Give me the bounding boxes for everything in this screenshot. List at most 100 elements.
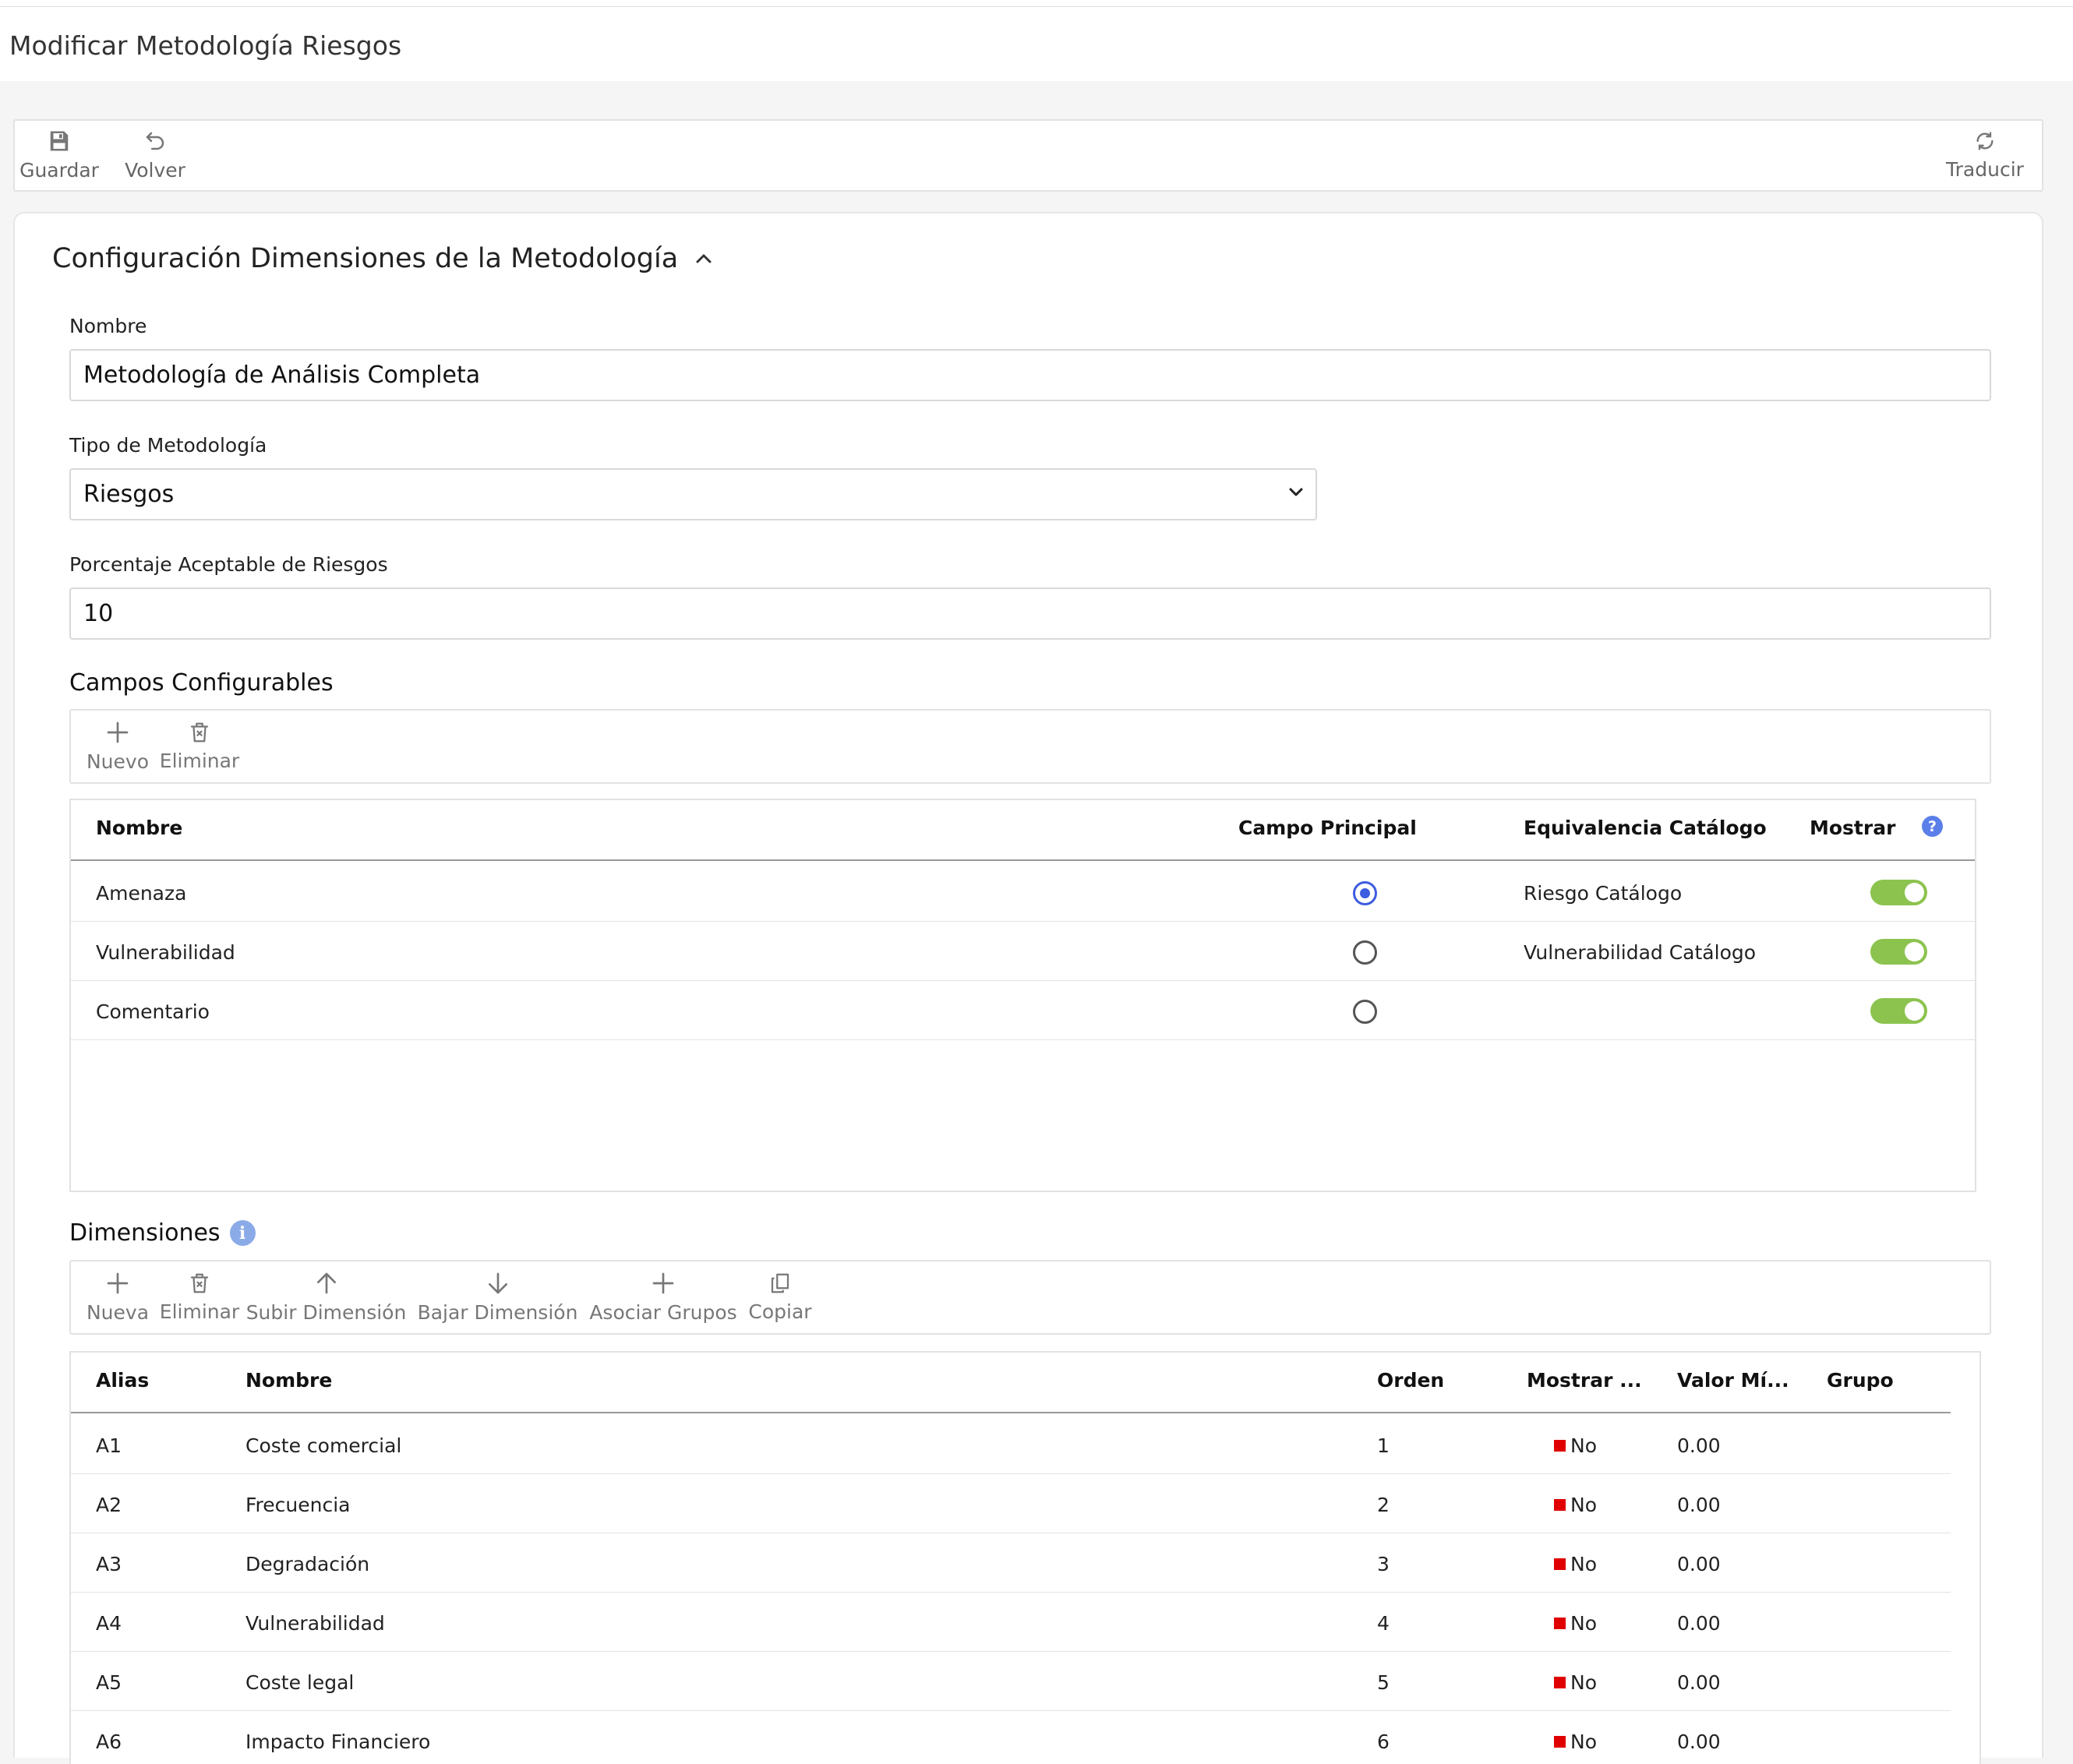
dimension-orden: 4 bbox=[1377, 1612, 1390, 1635]
delete-campo-button[interactable]: Eliminar bbox=[159, 711, 240, 782]
move-up-button[interactable]: Subir Dimensión bbox=[246, 1261, 406, 1333]
dimension-mostrar: No bbox=[1554, 1434, 1597, 1457]
trash-icon bbox=[190, 1273, 209, 1293]
status-no-marker bbox=[1554, 1735, 1566, 1748]
campos-toolbar: Nuevo Eliminar bbox=[69, 709, 1991, 784]
type-value: Riesgos bbox=[83, 481, 175, 508]
col-header-alias[interactable]: Alias bbox=[96, 1369, 149, 1392]
dimension-mostrar: No bbox=[1554, 1553, 1597, 1575]
campos-grid: Nombre Campo Principal Equivalencia Catá… bbox=[69, 799, 1976, 1192]
dimension-mostrar-value: No bbox=[1570, 1671, 1597, 1694]
name-field[interactable]: Metodología de Análisis Completa bbox=[69, 349, 1991, 401]
save-label: Guardar bbox=[19, 159, 99, 182]
campos-title-text: Campos Configurables bbox=[69, 669, 334, 697]
new-dimension-button[interactable]: Nueva bbox=[87, 1261, 149, 1333]
campo-mostrar-toggle[interactable] bbox=[1870, 939, 1927, 965]
dimension-nombre: Coste comercial bbox=[245, 1434, 402, 1457]
dimension-nombre: Degradación bbox=[245, 1553, 370, 1575]
associate-groups-button[interactable]: Asociar Grupos bbox=[589, 1261, 737, 1333]
dimension-valor: 0.00 bbox=[1677, 1730, 1721, 1753]
dimension-mostrar-value: No bbox=[1570, 1553, 1597, 1575]
dimension-valor: 0.00 bbox=[1677, 1671, 1721, 1694]
dimension-mostrar-value: No bbox=[1570, 1730, 1597, 1753]
campos-title: Campos Configurables bbox=[69, 669, 334, 697]
type-select[interactable]: Riesgos bbox=[69, 468, 1317, 520]
translate-button[interactable]: Traducir bbox=[1946, 121, 2024, 190]
back-label: Volver bbox=[125, 159, 185, 182]
dimension-mostrar-value: No bbox=[1570, 1434, 1597, 1457]
dimensiones-toolbar: Nueva Eliminar Subir Dimensión Bajar Dim… bbox=[69, 1260, 1991, 1335]
dimension-valor: 0.00 bbox=[1677, 1434, 1721, 1457]
top-border bbox=[0, 0, 2073, 7]
campo-principal-radio[interactable] bbox=[1353, 881, 1377, 905]
campo-mostrar-toggle[interactable] bbox=[1870, 880, 1927, 905]
new-campo-label: Nuevo bbox=[86, 750, 150, 773]
info-icon[interactable]: i bbox=[229, 1220, 256, 1246]
campo-nombre: Amenaza bbox=[96, 882, 187, 905]
dimensiones-title-text: Dimensiones bbox=[69, 1219, 221, 1247]
row-divider bbox=[71, 921, 1975, 922]
main-toolbar: Guardar Volver Traducir bbox=[13, 119, 2043, 192]
refresh-icon bbox=[1976, 132, 1994, 150]
plus-icon bbox=[652, 1272, 674, 1294]
col-header-mostrar[interactable]: Mostrar ... bbox=[1527, 1369, 1642, 1392]
move-down-button[interactable]: Bajar Dimensión bbox=[414, 1261, 581, 1333]
campo-mostrar-toggle[interactable] bbox=[1870, 998, 1927, 1024]
associate-groups-label: Asociar Grupos bbox=[589, 1301, 737, 1324]
dimension-orden: 1 bbox=[1377, 1434, 1390, 1457]
col-header-nombre[interactable]: Nombre bbox=[245, 1369, 332, 1392]
col-header-equivalencia[interactable]: Equivalencia Catálogo bbox=[1524, 817, 1767, 839]
col-header-campo-principal[interactable]: Campo Principal bbox=[1238, 817, 1417, 839]
help-icon[interactable]: ? bbox=[1922, 816, 1943, 837]
row-divider bbox=[71, 980, 1975, 981]
percent-value: 10 bbox=[83, 600, 114, 627]
dimension-mostrar: No bbox=[1554, 1494, 1597, 1516]
back-button[interactable]: Volver bbox=[124, 121, 186, 190]
copy-icon bbox=[771, 1273, 789, 1293]
dimension-orden: 2 bbox=[1377, 1494, 1390, 1516]
dimension-nombre: Impacto Financiero bbox=[245, 1730, 431, 1753]
dimension-valor: 0.00 bbox=[1677, 1494, 1721, 1516]
section-header[interactable]: Configuración Dimensiones de la Metodolo… bbox=[52, 243, 712, 274]
col-header-valor[interactable]: Valor Mí... bbox=[1677, 1369, 1789, 1392]
col-header-mostrar[interactable]: Mostrar bbox=[1810, 817, 1895, 839]
dimensiones-grid: Alias Nombre Orden Mostrar ... Valor Mí.… bbox=[69, 1351, 1981, 1764]
campo-nombre: Comentario bbox=[96, 1000, 210, 1023]
chevron-up-icon[interactable] bbox=[695, 253, 712, 264]
status-no-marker bbox=[1554, 1439, 1566, 1452]
campo-principal-radio[interactable] bbox=[1353, 1000, 1377, 1024]
col-header-grupo[interactable]: Grupo bbox=[1827, 1369, 1894, 1392]
campo-principal-radio[interactable] bbox=[1353, 940, 1377, 965]
methodology-card: Configuración Dimensiones de la Metodolo… bbox=[13, 212, 2043, 1764]
dimension-valor: 0.00 bbox=[1677, 1612, 1721, 1635]
copy-button[interactable]: Copiar bbox=[745, 1261, 815, 1333]
row-divider bbox=[71, 1710, 1951, 1711]
row-divider bbox=[71, 1473, 1951, 1474]
page-title: Modificar Metodología Riesgos bbox=[9, 30, 402, 61]
dimension-orden: 5 bbox=[1377, 1671, 1390, 1694]
name-value: Metodología de Análisis Completa bbox=[83, 362, 481, 389]
percent-field[interactable]: 10 bbox=[69, 587, 1991, 640]
new-dimension-label: Nueva bbox=[86, 1301, 150, 1324]
dimension-alias: A1 bbox=[96, 1434, 122, 1457]
new-campo-button[interactable]: Nuevo bbox=[87, 711, 149, 782]
delete-campo-label: Eliminar bbox=[159, 750, 240, 772]
status-no-marker bbox=[1554, 1676, 1566, 1688]
trash-icon bbox=[190, 722, 209, 743]
undo-icon bbox=[146, 132, 164, 150]
save-button[interactable]: Guardar bbox=[19, 121, 99, 190]
dimension-alias: A4 bbox=[96, 1612, 122, 1635]
copy-label: Copiar bbox=[748, 1300, 812, 1323]
chevron-down-icon bbox=[1289, 488, 1303, 496]
col-header-orden[interactable]: Orden bbox=[1377, 1369, 1444, 1392]
dimension-mostrar-value: No bbox=[1570, 1494, 1597, 1516]
campo-nombre: Vulnerabilidad bbox=[96, 941, 235, 964]
status-no-marker bbox=[1554, 1498, 1566, 1511]
dimension-nombre: Coste legal bbox=[245, 1671, 355, 1694]
campo-equivalencia: Riesgo Catálogo bbox=[1524, 882, 1683, 905]
move-down-label: Bajar Dimensión bbox=[417, 1301, 578, 1324]
dimension-mostrar: No bbox=[1554, 1612, 1597, 1635]
delete-dimension-button[interactable]: Eliminar bbox=[160, 1261, 239, 1333]
campo-equivalencia: Vulnerabilidad Catálogo bbox=[1524, 941, 1757, 964]
col-header-nombre[interactable]: Nombre bbox=[96, 817, 182, 839]
